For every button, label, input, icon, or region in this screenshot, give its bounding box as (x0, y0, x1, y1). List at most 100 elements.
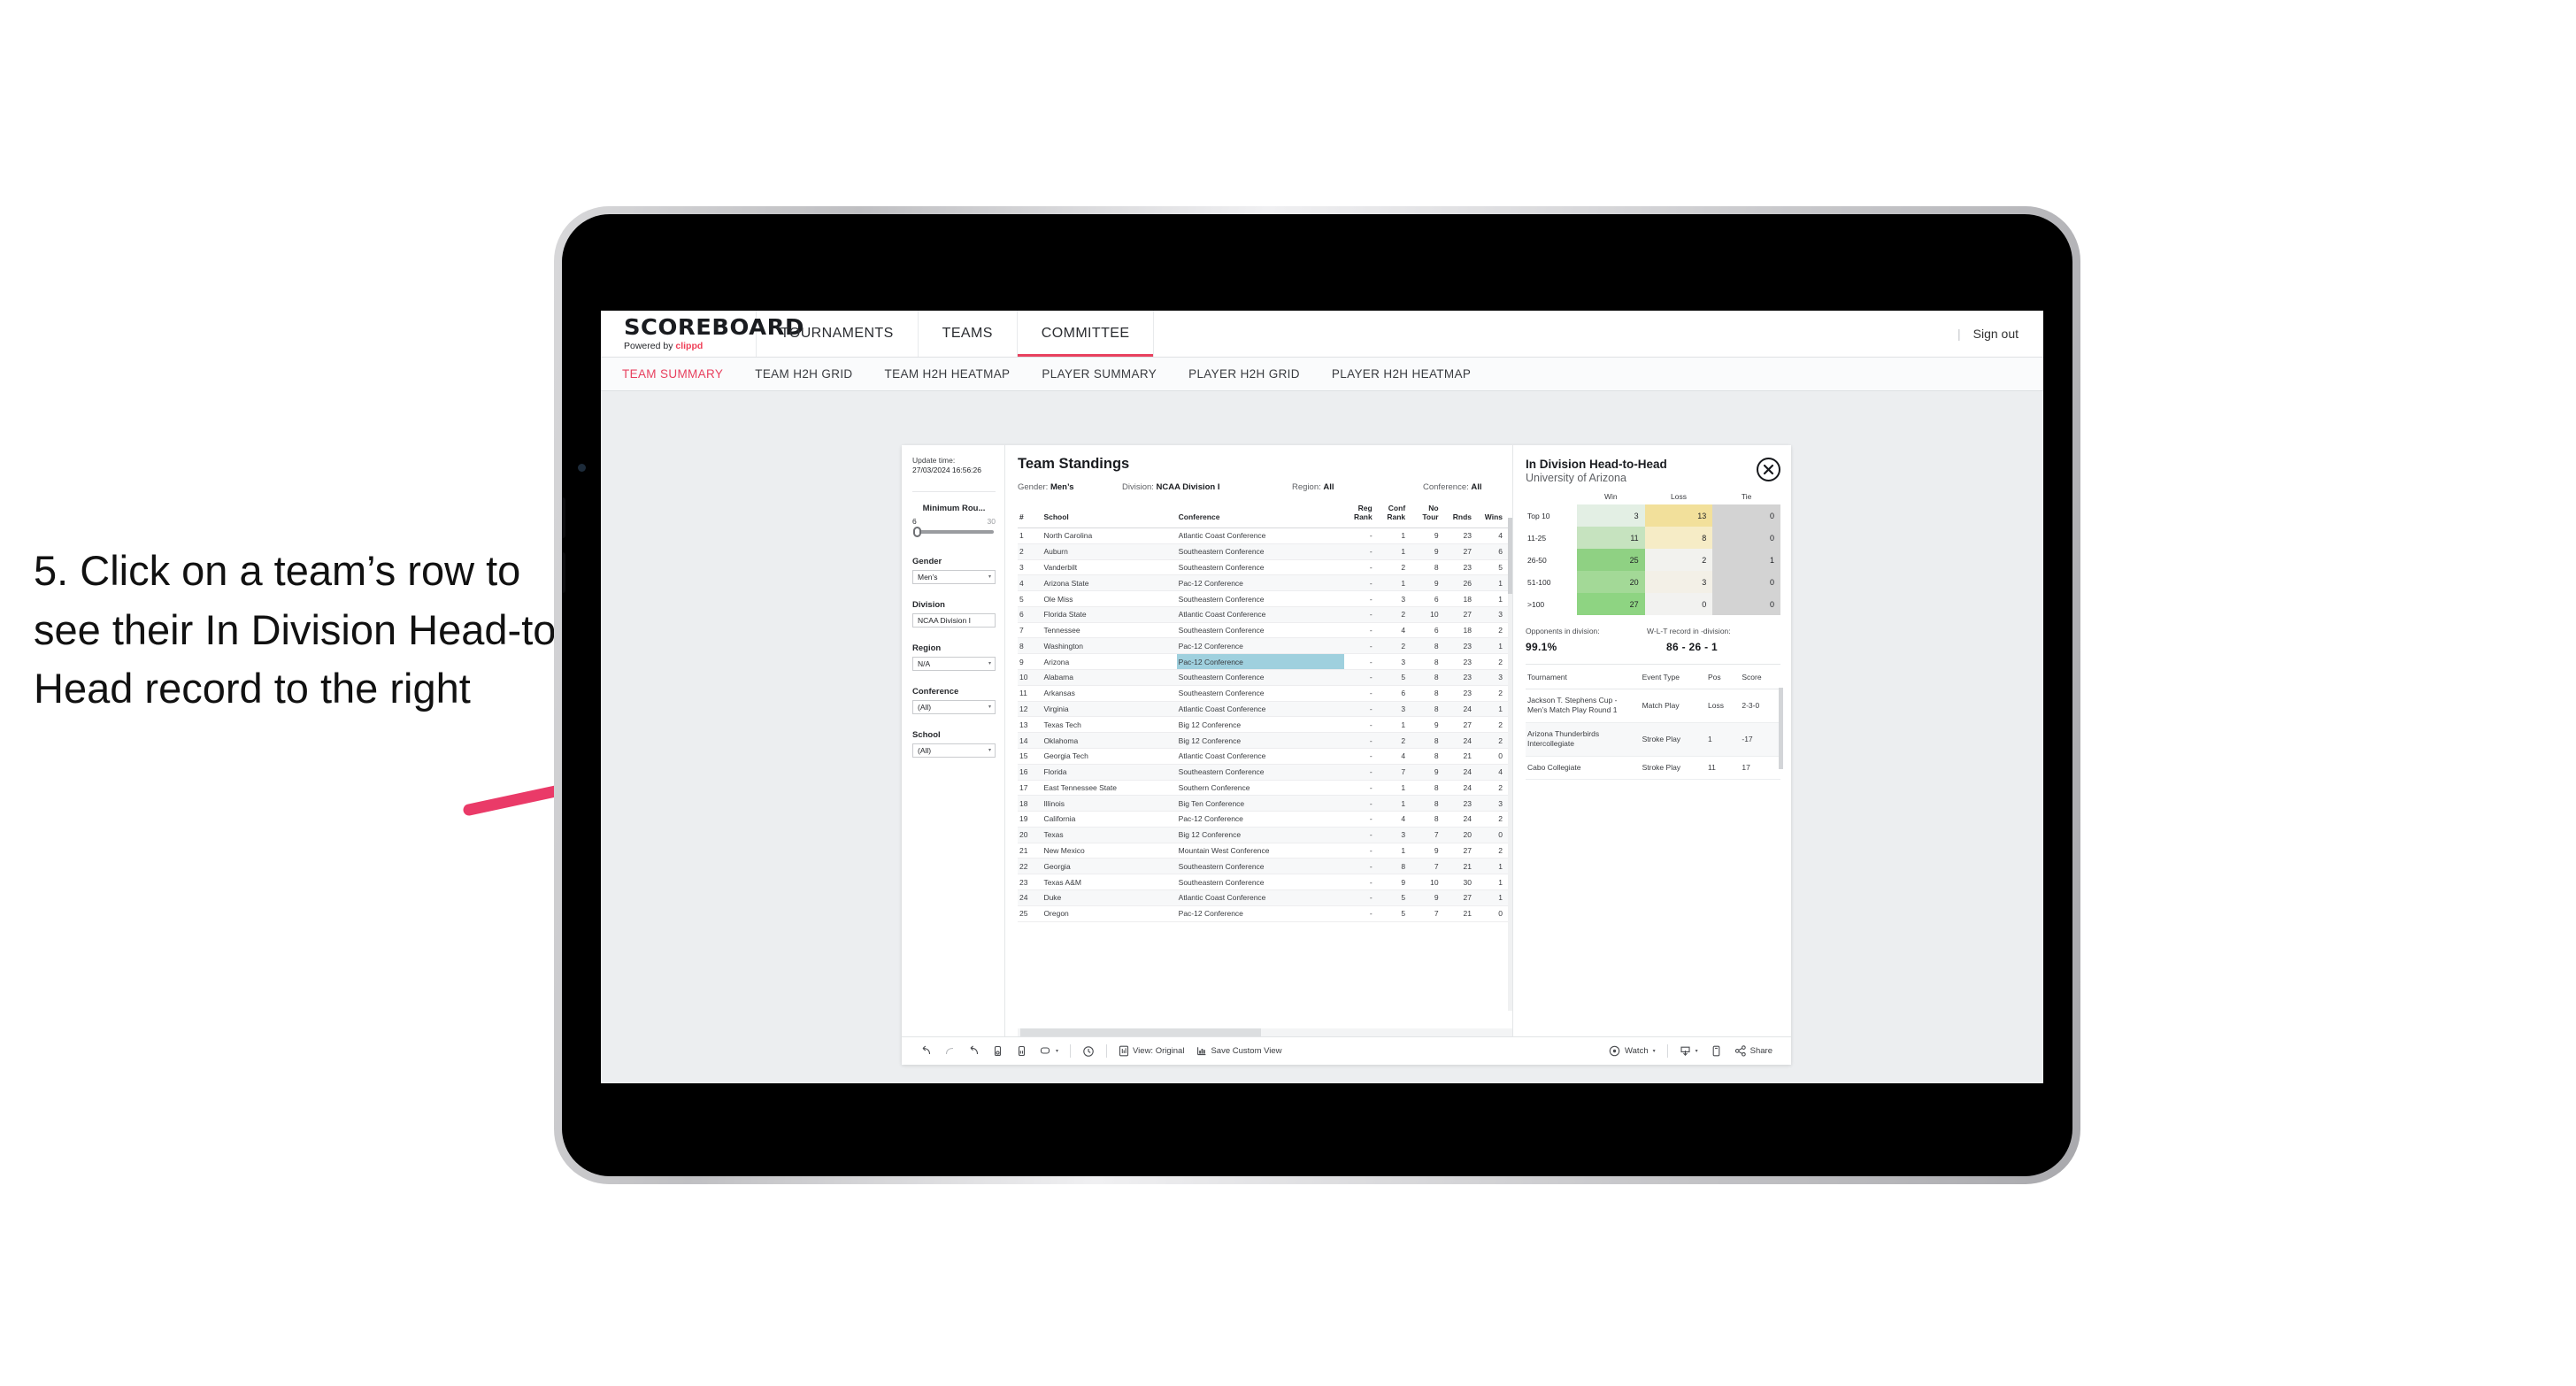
table-row[interactable]: 25 Oregon Pac-12 Conference -5 7 21 0 (1018, 905, 1508, 922)
table-row[interactable]: 18 Illinois Big Ten Conference -1 8 23 3 (1018, 795, 1508, 812)
table-row[interactable]: 5 Ole Miss Southeastern Conference -3 6 18 1 (1018, 590, 1508, 607)
col-tournament[interactable]: Tournament (1526, 665, 1641, 689)
tournament-name-cell: Jackson T. Stephens Cup - Men’s Match Pl… (1526, 689, 1641, 723)
table-row[interactable]: 8 Washington Pac-12 Conference -2 8 23 1 (1018, 637, 1508, 655)
share-button[interactable]: Share (1728, 1042, 1779, 1061)
refresh-data-icon[interactable] (986, 1042, 1010, 1061)
undo-icon[interactable] (914, 1042, 938, 1061)
subnav-team-summary[interactable]: TEAM SUMMARY (622, 367, 723, 381)
view-original-button[interactable]: View: Original (1112, 1042, 1190, 1061)
table-row[interactable]: 23 Texas A&M Southeastern Conference -9 10 30… (1018, 874, 1508, 890)
filter-minimum-rounds[interactable]: Minimum Rou... 6 30 (912, 504, 996, 537)
share-label: Share (1749, 1046, 1772, 1056)
tournaments-scrollbar[interactable] (1779, 688, 1783, 769)
table-row[interactable]: 21 New Mexico Mountain West Conference -1 9 2… (1018, 843, 1508, 859)
subnav-player-h2h-grid[interactable]: PLAYER H2H GRID (1188, 367, 1300, 381)
volume-down-button[interactable] (562, 552, 565, 593)
col-school[interactable]: School (1042, 502, 1177, 528)
h2h-body: Top 10 3 13 0 11-25 11 8 0 26-50 25 2 1 51-100 20 3 0 >1… (1526, 504, 1780, 615)
col-pos[interactable]: Pos (1705, 665, 1741, 689)
table-row[interactable]: 13 Texas Tech Big 12 Conference -1 9 27 2 (1018, 716, 1508, 734)
subnav-player-h2h-heatmap[interactable]: PLAYER H2H HEATMAP (1332, 367, 1471, 381)
subnav-player-summary[interactable]: PLAYER SUMMARY (1042, 367, 1157, 381)
gender-select[interactable]: Men’s ▾ (912, 569, 996, 584)
pause-updates-icon[interactable] (1010, 1042, 1034, 1061)
tournament-row[interactable]: Arizona Thunderbirds Intercollegiate Stro… (1526, 722, 1780, 757)
table-row[interactable]: 7 Tennessee Southeastern Conference -4 6 18 2 (1018, 622, 1508, 639)
table-row[interactable]: 3 Vanderbilt Southeastern Conference -2 8 23 5 (1018, 559, 1508, 576)
close-circle-icon[interactable] (1757, 458, 1780, 481)
col-conf-rank[interactable]: Conf Rank (1377, 502, 1411, 528)
table-row[interactable]: 2 Auburn Southeastern Conference -1 9 27 6 (1018, 543, 1508, 560)
table-row[interactable]: 9 Arizona Pac-12 Conference -3 8 23 2 (1018, 653, 1508, 671)
col-no-tour[interactable]: No Tour (1411, 502, 1444, 528)
table-row[interactable]: 4 Arizona State Pac-12 Conference -1 9 26 1 (1018, 574, 1508, 592)
col-score[interactable]: Score (1740, 665, 1780, 689)
table-row[interactable]: 16 Florida Southeastern Conference -7 9 24 4 (1018, 764, 1508, 781)
filter-region: Region N/A ▾ (912, 643, 996, 671)
col-event-type[interactable]: Event Type (1640, 665, 1706, 689)
save-custom-view-button[interactable]: Save Custom View (1190, 1042, 1288, 1061)
watch-button[interactable]: Watch ▾ (1603, 1042, 1662, 1061)
subnav-team-h2h-grid[interactable]: TEAM H2H GRID (755, 367, 852, 381)
wins-cell: 4 (1477, 527, 1508, 544)
table-row[interactable]: 15 Georgia Tech Atlantic Coast Conference -… (1018, 748, 1508, 765)
table-row[interactable]: 14 Oklahoma Big 12 Conference -2 8 24 2 (1018, 732, 1508, 749)
device-layout-icon[interactable] (1704, 1042, 1728, 1061)
rnds-cell: 20 (1443, 827, 1477, 843)
minimum-rounds-slider[interactable] (913, 526, 994, 537)
h2h-loss-cell: 8 (1644, 527, 1713, 549)
pos-cell: 1 (1705, 722, 1741, 757)
col-conference[interactable]: Conference (1176, 502, 1345, 528)
table-row[interactable]: 20 Texas Big 12 Conference -3 7 20 0 (1018, 827, 1508, 843)
sign-out-link[interactable]: Sign out (1973, 327, 2019, 341)
scrollbar-thumb[interactable] (1508, 518, 1512, 594)
col-wins[interactable]: Wins (1477, 502, 1508, 528)
slider-handle[interactable] (913, 526, 921, 537)
table-row[interactable]: 24 Duke Atlantic Coast Conference -5 9 27 1 (1018, 889, 1508, 906)
download-button[interactable]: ▾ (1673, 1042, 1704, 1061)
redo-icon[interactable] (938, 1042, 962, 1061)
col-reg-rank[interactable]: Reg Rank (1344, 502, 1378, 528)
table-row[interactable]: 17 East Tennessee State Southern Conferenc… (1018, 780, 1508, 797)
no-tour-cell: 7 (1411, 905, 1444, 922)
scrollbar-thumb[interactable] (1020, 1028, 1261, 1036)
table-row[interactable]: 11 Arkansas Southeastern Conference -6 8 23 2 (1018, 685, 1508, 702)
table-row[interactable]: 12 Virginia Atlantic Coast Conference -3 8 24… (1018, 701, 1508, 718)
zoom-tool-icon[interactable]: ▾ (1034, 1042, 1065, 1061)
rank-cell: 19 (1018, 811, 1042, 828)
history-icon[interactable] (1076, 1042, 1101, 1061)
division-select[interactable]: NCAA Division I (912, 612, 996, 628)
volume-up-button[interactable] (562, 497, 565, 538)
school-select[interactable]: (All) ▾ (912, 743, 996, 758)
watch-label: Watch (1625, 1046, 1649, 1056)
no-tour-cell: 8 (1411, 732, 1444, 749)
conference-select[interactable]: (All) ▾ (912, 699, 996, 714)
tournament-row[interactable]: Cabo Collegiate Stroke Play 11 17 (1526, 756, 1780, 781)
subnav-team-h2h-heatmap[interactable]: TEAM H2H HEATMAP (885, 367, 1011, 381)
conference-cell: Pac-12 Conference (1176, 574, 1345, 592)
table-horizontal-scrollbar[interactable] (1018, 1028, 1512, 1036)
brand-logo[interactable]: SCOREBOARD Powered by clippd (601, 311, 804, 357)
tournament-row[interactable]: Jackson T. Stephens Cup - Men’s Match Pl… (1526, 689, 1780, 723)
topnav-teams[interactable]: TEAMS (919, 311, 1018, 357)
col-rnds[interactable]: Rnds (1443, 502, 1477, 528)
no-tour-cell: 9 (1411, 574, 1444, 592)
toolbar-right: Watch ▾ ▾ Share (1603, 1042, 1779, 1061)
col-rank[interactable]: # (1018, 502, 1042, 528)
topnav-committee[interactable]: COMMITTEE (1017, 311, 1155, 357)
table-row[interactable]: 6 Florida State Atlantic Coast Conference -… (1018, 606, 1508, 623)
tournaments-header-row: Tournament Event Type Pos Score (1526, 665, 1780, 689)
school-cell: Arizona (1042, 653, 1177, 671)
no-tour-cell: 8 (1411, 701, 1444, 718)
region-select[interactable]: N/A ▾ (912, 656, 996, 671)
wins-cell: 1 (1477, 637, 1508, 655)
revert-icon[interactable] (962, 1042, 986, 1061)
rank-cell: 5 (1018, 590, 1042, 607)
table-row[interactable]: 1 North Carolina Atlantic Coast Conference… (1018, 527, 1508, 544)
table-vertical-scrollbar[interactable] (1508, 518, 1512, 1011)
table-row[interactable]: 22 Georgia Southeastern Conference -8 7 21 1 (1018, 858, 1508, 875)
topnav-tournaments[interactable]: TOURNAMENTS (757, 311, 919, 357)
table-row[interactable]: 19 California Pac-12 Conference -4 8 24 2 (1018, 811, 1508, 828)
table-row[interactable]: 10 Alabama Southeastern Conference -5 8 23 3 (1018, 669, 1508, 686)
